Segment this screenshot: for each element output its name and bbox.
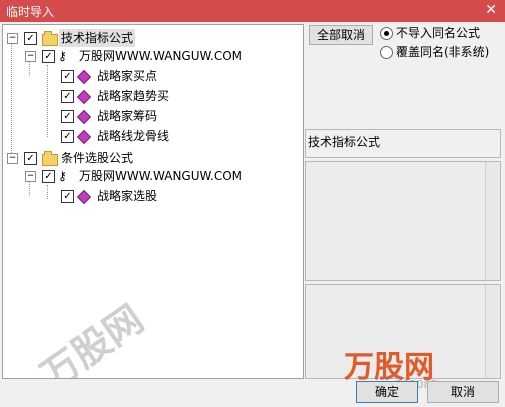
formula-icon <box>76 69 92 85</box>
description-panel[interactable] <box>305 161 501 281</box>
cancel-button[interactable]: 取消 <box>427 381 499 403</box>
tree-node-source[interactable]: − ✓ ⚷ 万股网WWW.WANGUW.COM <box>25 167 297 185</box>
formula-checkbox[interactable]: ✓ <box>61 130 74 143</box>
group-label[interactable]: 条件选股公式 <box>61 149 133 167</box>
tree-connector <box>47 185 48 199</box>
collapse-icon[interactable]: − <box>7 33 18 44</box>
tree-node-group[interactable]: − ✓ 条件选股公式 <box>7 149 297 167</box>
source-label[interactable]: 万股网WWW.WANGUW.COM <box>79 47 242 65</box>
description-scrollbar[interactable] <box>485 162 500 280</box>
tree-leaf[interactable]: ✓ 战略家趋势买 <box>61 87 261 105</box>
collapse-icon[interactable]: − <box>7 153 18 164</box>
group-checkbox[interactable]: ✓ <box>24 152 37 165</box>
formula-icon <box>76 129 92 145</box>
tree-node-source[interactable]: − ✓ ⚷ 万股网WWW.WANGUW.COM <box>25 47 297 65</box>
formula-tree[interactable]: − ✓ 技术指标公式 − ✓ ⚷ 万股网WWW.WANGUW.COM ✓ 战略家… <box>2 24 304 379</box>
formula-name-text: 技术指标公式 <box>308 135 381 149</box>
window-title: 临时导入 <box>6 5 55 19</box>
formula-label[interactable]: 战略线龙骨线 <box>97 127 169 145</box>
ok-button[interactable]: 确定 <box>356 381 418 403</box>
key-icon: ⚷ <box>58 49 67 63</box>
tree-connector <box>47 65 48 137</box>
collapse-icon[interactable]: − <box>25 171 36 182</box>
formula-label[interactable]: 战略家买点 <box>97 67 157 85</box>
folder-icon <box>42 151 58 166</box>
close-icon[interactable]: ✕ <box>485 2 497 18</box>
formula-name-panel: 技术指标公式 <box>305 129 501 158</box>
source-checkbox[interactable]: ✓ <box>42 50 55 63</box>
key-icon: ⚷ <box>58 169 67 183</box>
formula-body-scrollbar[interactable] <box>485 285 500 378</box>
title-bar: 临时导入 ✕ <box>0 0 505 22</box>
group-label[interactable]: 技术指标公式 <box>59 29 136 47</box>
formula-icon <box>76 189 92 205</box>
group-checkbox[interactable]: ✓ <box>24 32 37 45</box>
formula-label[interactable]: 战略家选股 <box>97 187 157 205</box>
tree-node-group[interactable]: − ✓ 技术指标公式 <box>7 29 297 47</box>
formula-checkbox[interactable]: ✓ <box>61 90 74 103</box>
tree-leaf[interactable]: ✓ 战略线龙骨线 <box>61 127 261 145</box>
collapse-icon[interactable]: − <box>25 51 36 62</box>
formula-checkbox[interactable]: ✓ <box>61 110 74 123</box>
tree-leaf[interactable]: ✓ 战略家筹码 <box>61 107 261 125</box>
no-import-same-label[interactable]: 不导入同名公式 <box>396 24 480 41</box>
deselect-all-button[interactable]: 全部取消 <box>309 25 373 45</box>
source-label[interactable]: 万股网WWW.WANGUW.COM <box>79 167 242 185</box>
dialog-body: − ✓ 技术指标公式 − ✓ ⚷ 万股网WWW.WANGUW.COM ✓ 战略家… <box>0 22 505 407</box>
formula-icon <box>76 89 92 105</box>
tree-leaf[interactable]: ✓ 战略家选股 <box>61 187 261 205</box>
tree-connector <box>11 39 12 157</box>
formula-label[interactable]: 战略家趋势买 <box>97 87 169 105</box>
formula-icon <box>76 109 92 125</box>
no-import-same-radio[interactable] <box>380 27 393 40</box>
overwrite-same-radio[interactable] <box>380 46 393 59</box>
folder-icon <box>42 31 58 46</box>
source-checkbox[interactable]: ✓ <box>42 170 55 183</box>
formula-checkbox[interactable]: ✓ <box>61 190 74 203</box>
formula-label[interactable]: 战略家筹码 <box>97 107 157 125</box>
formula-checkbox[interactable]: ✓ <box>61 70 74 83</box>
watermark-logo: 万股网 <box>32 296 152 379</box>
overwrite-same-label[interactable]: 覆盖同名(非系统) <box>396 43 489 60</box>
tree-leaf[interactable]: ✓ 战略家买点 <box>61 67 261 85</box>
